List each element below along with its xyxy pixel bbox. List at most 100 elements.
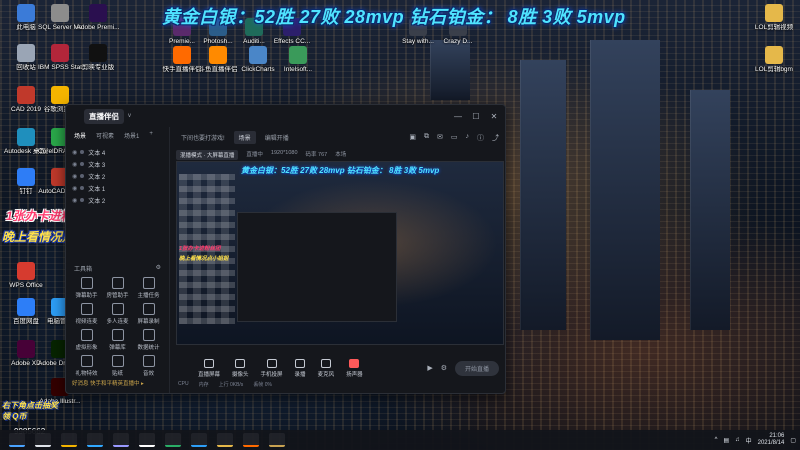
desktop-icon[interactable]: LOL剪辑bgm [752, 46, 796, 74]
volume-icon[interactable]: ♫ [735, 437, 740, 443]
desktop-icon-label: Effects CC... [273, 38, 311, 45]
info-icon[interactable]: ⓘ [477, 133, 484, 143]
clock[interactable]: 21:06 2021/8/14 [758, 433, 785, 447]
toolbox-item[interactable]: 音效 [134, 355, 163, 377]
tab-scenes[interactable]: 场景 [74, 131, 86, 140]
toolbox-item[interactable]: 弹幕库 [103, 329, 132, 351]
eye-icon[interactable]: ◉ [72, 149, 77, 156]
camera-button[interactable]: 摄像头 [232, 358, 249, 378]
kuaishou-taskbar-icon[interactable] [243, 433, 259, 447]
toolbox-item[interactable]: 数据统计 [134, 329, 163, 351]
toolbox-item[interactable]: 弹幕助手 [72, 277, 101, 299]
toolbox-item[interactable]: 礼物特效 [72, 355, 101, 377]
message-icon[interactable]: ✉ [437, 133, 443, 143]
toolbox-item[interactable]: 视频连麦 [72, 303, 101, 325]
eye-icon[interactable]: ◉ [72, 161, 77, 168]
desktop-icon[interactable]: WPS Office [4, 262, 48, 290]
lock-icon[interactable] [80, 198, 85, 202]
list-item[interactable]: ◉ 文本 4 [72, 146, 163, 158]
computer-icon [17, 4, 35, 22]
tab-scene-1[interactable]: 场景1 [124, 131, 139, 140]
video-taskbar-icon[interactable] [191, 433, 207, 447]
tool-label: 视频连麦 [75, 319, 98, 325]
microphone-button[interactable]: 麦克风 [318, 358, 334, 378]
lock-icon[interactable] [80, 186, 85, 190]
toolbox-title: 工具箱 [74, 267, 93, 273]
toolbox-item[interactable]: 屏幕录制 [134, 303, 163, 325]
search-icon[interactable] [35, 433, 51, 447]
video-icon[interactable]: ▶ [427, 364, 432, 372]
tool-label: 房管助手 [106, 293, 129, 299]
source-toolbar: 直播屏幕 摄像头 手机投屏 录播 麦克风 扬声器 ▶ ⚙ 开始直播 [176, 357, 499, 379]
toolbox-item[interactable]: 虚拟形象 [72, 329, 101, 351]
eye-icon[interactable]: ◉ [72, 197, 77, 204]
toolbox-item[interactable]: 房管助手 [103, 277, 132, 299]
desktop-icon[interactable]: ClickCharts [236, 46, 280, 74]
stream-preview[interactable]: 黄金白银：52胜 27败 28mvp 钻石铂金： 8胜 3败 5mvp 1张办卡… [176, 161, 504, 345]
desktop-icon[interactable]: 剪映专业版 [76, 44, 120, 72]
desktop-icon-label: Adobe Premi... [76, 24, 120, 31]
share-icon[interactable]: ⤴ [492, 133, 499, 143]
live-companion-window[interactable]: 直播伴侣 v — ☐ ✕ 场景 可视素 场景1 + ◉ 文本 4 ◉ 文本 3 ◉ 文… [65, 104, 506, 394]
phone-cast-icon [266, 358, 277, 368]
record-button[interactable]: 录播 [295, 358, 306, 378]
bell-icon[interactable]: ♪ [466, 133, 470, 143]
chrome-taskbar-icon[interactable] [61, 433, 77, 447]
desktop-icon[interactable]: 斗鱼直播伴侣 [196, 46, 240, 74]
scene-sidebar: 场景 可视素 场景1 + ◉ 文本 4 ◉ 文本 3 ◉ 文本 2 ◉ 文本 1 ◉ 文本… [66, 127, 170, 393]
edit-live-chip[interactable]: 编辑开播 [260, 131, 294, 144]
explorer-taskbar-icon[interactable] [217, 433, 233, 447]
minimize-icon[interactable]: — [453, 112, 463, 121]
list-item[interactable]: ◉ 文本 1 [72, 182, 163, 194]
list-item[interactable]: ◉ 文本 2 [72, 170, 163, 182]
tool-icon [111, 329, 124, 341]
screen-share-button[interactable]: 直播屏幕 [198, 358, 220, 378]
desktop-icon-label: Crazy D... [443, 38, 473, 45]
tab-assets[interactable]: 可视素 [96, 131, 114, 140]
wallpaper-tower [590, 40, 660, 340]
wps-icon [17, 262, 35, 280]
desktop-icon[interactable]: LOL剪辑视频 [752, 4, 796, 32]
folder-icon[interactable]: ▭ [451, 133, 458, 143]
settings-icon[interactable]: ⚙ [156, 264, 161, 273]
list-item[interactable]: ◉ 文本 2 [72, 194, 163, 206]
ime-indicator[interactable]: 中 [746, 436, 752, 445]
lock-icon[interactable] [80, 174, 85, 178]
start-live-button[interactable]: 开始直播 [454, 360, 499, 376]
maximize-icon[interactable]: ☐ [471, 112, 481, 121]
lock-icon[interactable] [80, 150, 85, 154]
windows-start-icon[interactable] [9, 433, 25, 447]
network-icon[interactable]: ▤ [723, 437, 729, 444]
premiere-taskbar-icon[interactable] [113, 433, 129, 447]
mode-select[interactable]: 混播模式 · 大屏幕直播 [176, 150, 239, 160]
record-icon [295, 358, 306, 368]
tool-label: 贴纸 [111, 371, 123, 377]
toolbox-item[interactable]: 贴纸 [103, 355, 132, 377]
chevron-up-icon[interactable]: ^ [715, 437, 718, 443]
speaker-button[interactable]: 扬声器 [346, 358, 363, 378]
gift-icon[interactable]: ▣ [409, 133, 416, 143]
toolbox-item[interactable]: 多人连麦 [103, 303, 132, 325]
game-taskbar-icon[interactable] [269, 433, 285, 447]
list-item[interactable]: ◉ 文本 3 [72, 158, 163, 170]
notification-icon[interactable]: ▢ [790, 437, 796, 444]
toolbox-item[interactable]: 主播任务 [134, 277, 163, 299]
phone-cast-button[interactable]: 手机投屏 [261, 358, 283, 378]
sidebar-notice[interactable]: 好消息 快手和平精英直播中 ▸ [72, 379, 144, 387]
scene-chip[interactable]: 场景 [233, 131, 256, 144]
desktop-icon[interactable]: Adobe Premi... [76, 4, 120, 32]
add-scene-icon[interactable]: + [149, 131, 153, 140]
eye-icon[interactable]: ◉ [72, 185, 77, 192]
desktop-icon[interactable]: Intelsoft... [276, 46, 320, 74]
eye-icon[interactable]: ◉ [72, 173, 77, 180]
wechat-taskbar-icon[interactable] [165, 433, 181, 447]
tool-label: 礼物特效 [75, 371, 98, 377]
photoshop-taskbar-icon[interactable] [87, 433, 103, 447]
lock-icon[interactable] [80, 162, 85, 166]
close-icon[interactable]: ✕ [489, 112, 499, 121]
settings-icon[interactable]: ⚙ [441, 364, 447, 372]
capcut-taskbar-icon[interactable] [139, 433, 155, 447]
taskbar: ^ ▤ ♫ 中 21:06 2021/8/14 ▢ [0, 430, 800, 450]
crop-icon[interactable]: ⧉ [424, 133, 429, 143]
live-title-tab[interactable]: 下间也要打游戏! [176, 131, 230, 144]
